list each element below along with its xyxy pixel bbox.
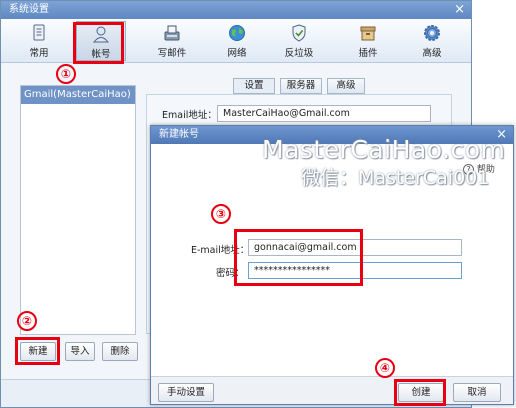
highlight-credentials [234,229,363,286]
step-2-marker: ② [17,311,37,331]
step-4-marker: ④ [375,358,395,378]
watermark-line1: MasterCaiHao.com [262,135,506,164]
settings-tab-settings[interactable]: 设置 [233,78,275,94]
tab-common-label: 常用 [29,48,49,59]
settings-toolbar: 常用 帐号 写邮件 网络 反垃圾 插件 高级 [1,19,471,63]
tab-advanced-label: 高级 [422,48,442,59]
watermark-line2: 微信：MasterCai001 [301,167,490,189]
cancel-button[interactable]: 取消 [453,383,501,402]
tab-common[interactable]: 常用 [14,21,64,61]
delete-button[interactable]: 删除 [102,342,138,361]
tab-antispam-label: 反垃圾 [284,48,314,59]
account-list: Gmail(MasterCaiHao) [20,85,136,335]
email-address-label: Email地址： [162,110,217,121]
step-1-marker: ① [56,64,76,84]
tab-antispam[interactable]: 反垃圾 [274,21,324,61]
tab-plugins[interactable]: 插件 [343,21,393,61]
dialog-title: 新建帐号 [159,129,199,140]
shield-icon [292,24,306,42]
gear-icon [424,25,440,41]
highlight-create-button [394,379,446,406]
tab-network[interactable]: 网络 [212,21,262,61]
settings-tab-advanced[interactable]: 高级 [327,78,365,94]
highlight-new-button [15,337,60,365]
tab-advanced[interactable]: 高级 [407,21,457,61]
settings-tab-server[interactable]: 服务器 [280,78,322,94]
window-title-text: 系统设置 [9,4,49,15]
tab-plugins-label: 插件 [358,48,378,59]
account-list-item[interactable]: Gmail(MasterCaiHao) [21,86,135,104]
tab-compose-label: 写邮件 [157,48,187,59]
compose-icon [164,25,180,41]
tab-compose[interactable]: 写邮件 [147,21,197,61]
import-button[interactable]: 导入 [65,342,95,361]
document-icon [33,24,45,41]
close-icon[interactable]: × [454,2,465,18]
tab-network-label: 网络 [227,48,247,59]
plugin-box-icon [360,26,376,41]
globe-icon [229,25,245,41]
manual-setup-button[interactable]: 手动设置 [158,383,214,402]
settings-window-title: 系统设置 × [1,1,471,19]
email-address-field[interactable]: MasterCaiHao@Gmail.com [217,105,431,122]
step-3-marker: ③ [211,204,231,224]
highlight-account-tab [73,22,124,64]
